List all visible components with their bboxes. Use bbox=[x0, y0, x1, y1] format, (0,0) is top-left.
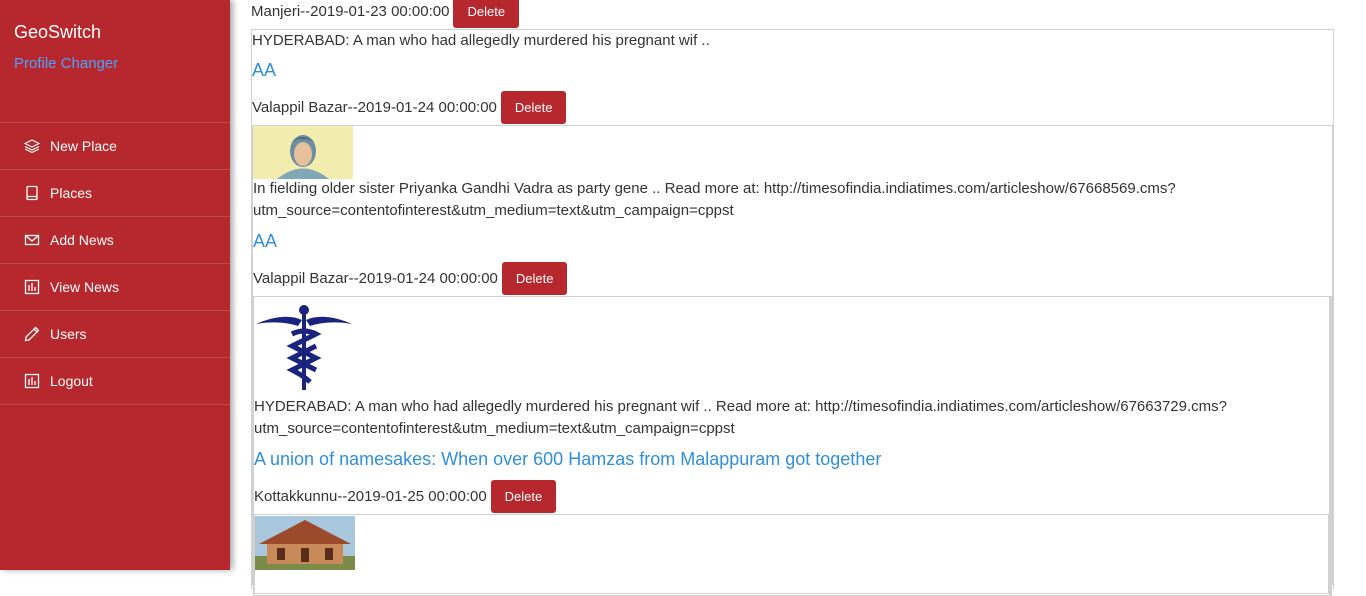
priyanka-gandhi-portrait-image bbox=[253, 126, 353, 179]
sidebar-item-label: Logout bbox=[50, 373, 93, 389]
sidebar-item-label: Users bbox=[50, 326, 87, 342]
news-title[interactable]: AA bbox=[252, 60, 276, 81]
news-description-continued: utm_source=contentofinterest&utm_medium=… bbox=[254, 420, 735, 437]
delete-button[interactable]: Delete bbox=[453, 0, 520, 28]
news-title[interactable]: AA bbox=[253, 231, 277, 252]
sidebar-item-label: Places bbox=[50, 185, 93, 201]
layers-icon bbox=[24, 139, 40, 154]
sidebar-item-label: View News bbox=[50, 279, 119, 295]
news-description: In fielding older sister Priyanka Gandhi… bbox=[253, 180, 1176, 197]
news-description: HYDERABAD: A man who had allegedly murde… bbox=[252, 32, 710, 49]
delete-button[interactable]: Delete bbox=[500, 91, 567, 124]
building-photo-image bbox=[255, 516, 355, 570]
sidebar-item-new-place[interactable]: New Place bbox=[0, 123, 230, 170]
pencil-icon bbox=[24, 326, 40, 342]
sidebar-item-places[interactable]: Places bbox=[0, 170, 230, 217]
sidebar-item-add-news[interactable]: Add News bbox=[0, 217, 230, 264]
news-place-date: Manjeri--2019-01-23 00:00:00 bbox=[251, 3, 450, 20]
news-place-date: Valappil Bazar--2019-01-24 00:00:00 bbox=[253, 270, 498, 287]
app-subtitle[interactable]: Profile Changer bbox=[14, 55, 118, 72]
bar-chart-icon bbox=[24, 373, 40, 389]
app-title[interactable]: GeoSwitch bbox=[14, 22, 101, 43]
tablet-icon bbox=[26, 185, 38, 201]
news-description-continued: utm_source=contentofinterest&utm_medium=… bbox=[253, 202, 734, 219]
sidebar-item-logout[interactable]: Logout bbox=[0, 358, 230, 405]
sidebar-item-label: New Place bbox=[50, 138, 117, 154]
news-description: HYDERABAD: A man who had allegedly murde… bbox=[254, 398, 1227, 415]
news-meta: Valappil Bazar--2019-01-24 00:00:00 Dele… bbox=[252, 91, 567, 124]
news-title[interactable]: A union of namesakes: When over 600 Hamz… bbox=[254, 449, 881, 470]
sidebar-item-label: Add News bbox=[50, 232, 114, 248]
news-list: Manjeri--2019-01-23 00:00:00 Delete HYDE… bbox=[251, 0, 1334, 596]
news-meta: Valappil Bazar--2019-01-24 00:00:00 Dele… bbox=[253, 262, 568, 295]
caduceus-symbol-image bbox=[254, 302, 354, 392]
news-place-date: Valappil Bazar--2019-01-24 00:00:00 bbox=[252, 99, 497, 116]
sidebar-item-view-news[interactable]: View News bbox=[0, 264, 230, 311]
news-card bbox=[254, 514, 1331, 594]
news-meta: Manjeri--2019-01-23 00:00:00 Delete bbox=[251, 0, 520, 28]
bar-chart-icon bbox=[24, 279, 40, 295]
news-meta: Kottakkunnu--2019-01-25 00:00:00 Delete bbox=[254, 480, 557, 513]
news-place-date: Kottakkunnu--2019-01-25 00:00:00 bbox=[254, 488, 487, 505]
delete-button[interactable]: Delete bbox=[490, 480, 557, 513]
sidebar-menu: New Place Places Add News View News User… bbox=[0, 122, 230, 405]
mail-icon bbox=[24, 234, 40, 246]
sidebar-item-users[interactable]: Users bbox=[0, 311, 230, 358]
sidebar: GeoSwitch Profile Changer New Place Plac… bbox=[0, 0, 230, 570]
delete-button[interactable]: Delete bbox=[501, 262, 568, 295]
